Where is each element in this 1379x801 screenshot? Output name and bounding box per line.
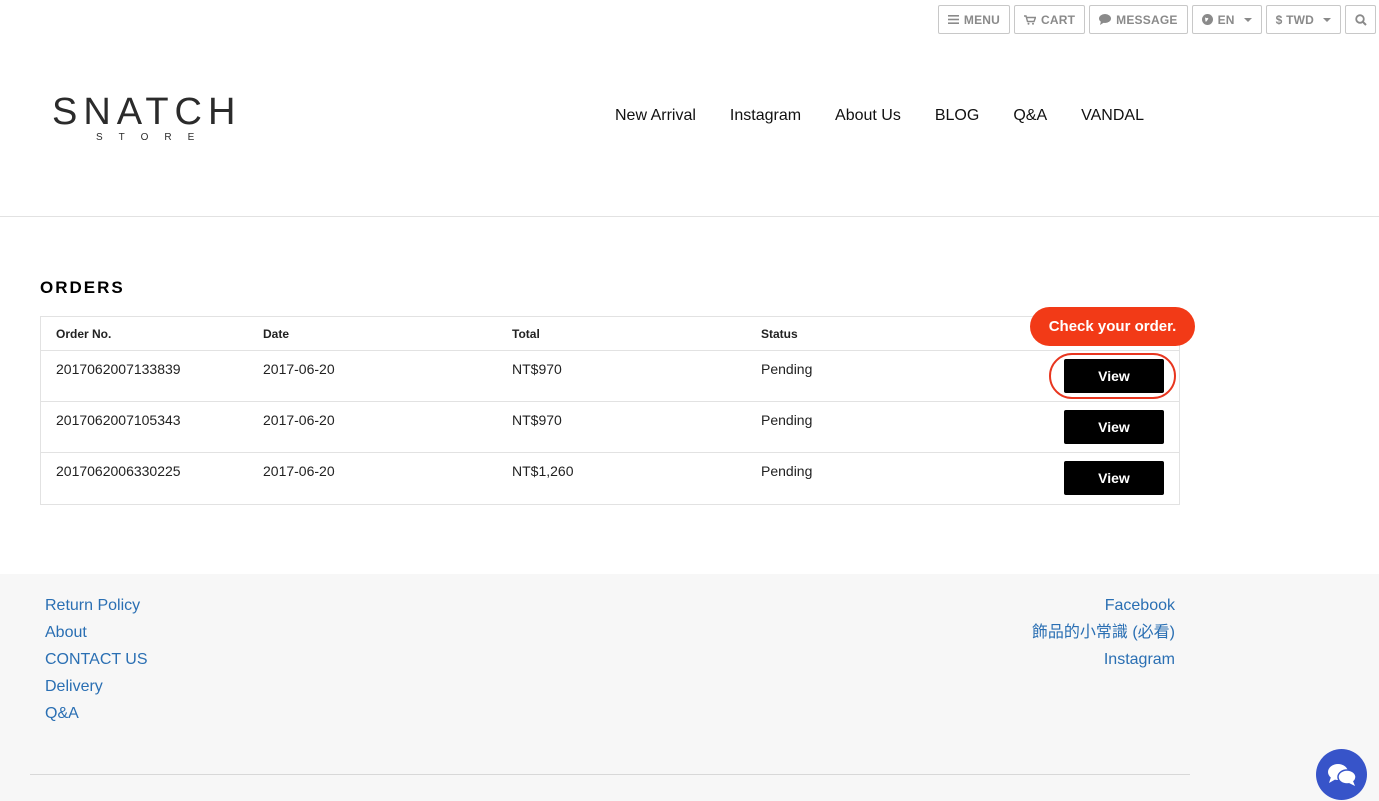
view-order-button[interactable]: View — [1064, 410, 1164, 444]
order-date: 2017-06-20 — [263, 361, 335, 377]
menu-button[interactable]: MENU — [937, 5, 1011, 34]
order-total: NT$970 — [512, 412, 562, 428]
logo-main-text: SNATCH — [52, 91, 242, 133]
order-status: Pending — [761, 463, 813, 479]
column-header-total: Total — [512, 326, 540, 341]
footer-link-contact-us[interactable]: CONTACT US — [45, 650, 148, 670]
table-row: 2017062007133839 2017-06-20 NT$970 Pendi… — [41, 351, 1179, 402]
footer: Return Policy About CONTACT US Delivery … — [0, 574, 1379, 801]
footer-link-about[interactable]: About — [45, 623, 148, 643]
nav-vandal[interactable]: VANDAL — [1081, 106, 1144, 126]
order-status: Pending — [761, 412, 813, 428]
footer-right-links: Facebook 飾品的小常識 (必看) Instagram — [1032, 596, 1175, 670]
chat-widget-button[interactable] — [1316, 749, 1367, 800]
message-label: MESSAGE — [1116, 12, 1178, 27]
order-date: 2017-06-20 — [263, 463, 335, 479]
currency-selector[interactable]: $ TWD — [1265, 5, 1341, 34]
header-divider — [0, 216, 1379, 217]
cart-button[interactable]: CART — [1014, 5, 1086, 34]
table-row: 2017062006330225 2017-06-20 NT$1,260 Pen… — [41, 453, 1179, 504]
view-order-button[interactable]: View — [1064, 359, 1164, 393]
menu-icon — [947, 15, 959, 24]
table-row: 2017062007105343 2017-06-20 NT$970 Pendi… — [41, 402, 1179, 453]
order-number: 2017062007133839 — [56, 361, 181, 377]
order-total: NT$1,260 — [512, 463, 574, 479]
language-selector[interactable]: EN — [1191, 5, 1262, 34]
cart-label: CART — [1041, 12, 1076, 27]
order-number: 2017062007105343 — [56, 412, 181, 428]
nav-about-us[interactable]: About Us — [835, 106, 901, 126]
view-order-button[interactable]: View — [1064, 461, 1164, 495]
order-status: Pending — [761, 361, 813, 377]
store-logo[interactable]: SNATCH STORE — [52, 92, 242, 144]
footer-link-return-policy[interactable]: Return Policy — [45, 596, 148, 616]
footer-divider — [30, 774, 1190, 775]
chat-icon — [1099, 14, 1112, 25]
chevron-down-icon — [1323, 17, 1331, 22]
search-button[interactable] — [1345, 5, 1376, 34]
nav-new-arrival[interactable]: New Arrival — [615, 106, 696, 126]
footer-link-qa[interactable]: Q&A — [45, 704, 148, 724]
nav-instagram[interactable]: Instagram — [730, 106, 801, 126]
main-nav: New Arrival Instagram About Us BLOG Q&A … — [615, 106, 1144, 126]
table-header: Order No. Date Total Status — [41, 317, 1179, 351]
top-utility-bar: MENU CART MESSAGE EN $ TWD — [937, 5, 1376, 34]
chat-bubbles-icon — [1327, 763, 1357, 786]
globe-icon — [1201, 14, 1213, 25]
nav-qa[interactable]: Q&A — [1013, 106, 1047, 126]
nav-blog[interactable]: BLOG — [935, 106, 979, 126]
chevron-down-icon — [1243, 17, 1252, 22]
currency-label: $ TWD — [1275, 12, 1314, 27]
footer-left-links: Return Policy About CONTACT US Delivery … — [45, 596, 148, 724]
page-title: ORDERS — [40, 278, 125, 297]
message-button[interactable]: MESSAGE — [1089, 5, 1188, 34]
order-number: 2017062006330225 — [56, 463, 181, 479]
footer-link-delivery[interactable]: Delivery — [45, 677, 148, 697]
footer-link-instagram[interactable]: Instagram — [1104, 650, 1175, 670]
order-total: NT$970 — [512, 361, 562, 377]
orders-table: Order No. Date Total Status 201706200713… — [40, 316, 1180, 505]
order-date: 2017-06-20 — [263, 412, 335, 428]
column-header-status: Status — [761, 326, 798, 341]
callout-tooltip: Check your order. — [1030, 307, 1195, 346]
footer-link-accessory-tips[interactable]: 飾品的小常識 (必看) — [1032, 623, 1175, 643]
column-header-date: Date — [263, 326, 290, 341]
cart-icon — [1024, 14, 1037, 25]
menu-label: MENU — [963, 12, 1001, 27]
language-label: EN — [1217, 12, 1235, 27]
column-header-order-no: Order No. — [56, 326, 112, 341]
logo-sub-text: STORE — [96, 132, 211, 143]
footer-link-facebook[interactable]: Facebook — [1105, 596, 1175, 616]
search-icon — [1354, 13, 1367, 26]
